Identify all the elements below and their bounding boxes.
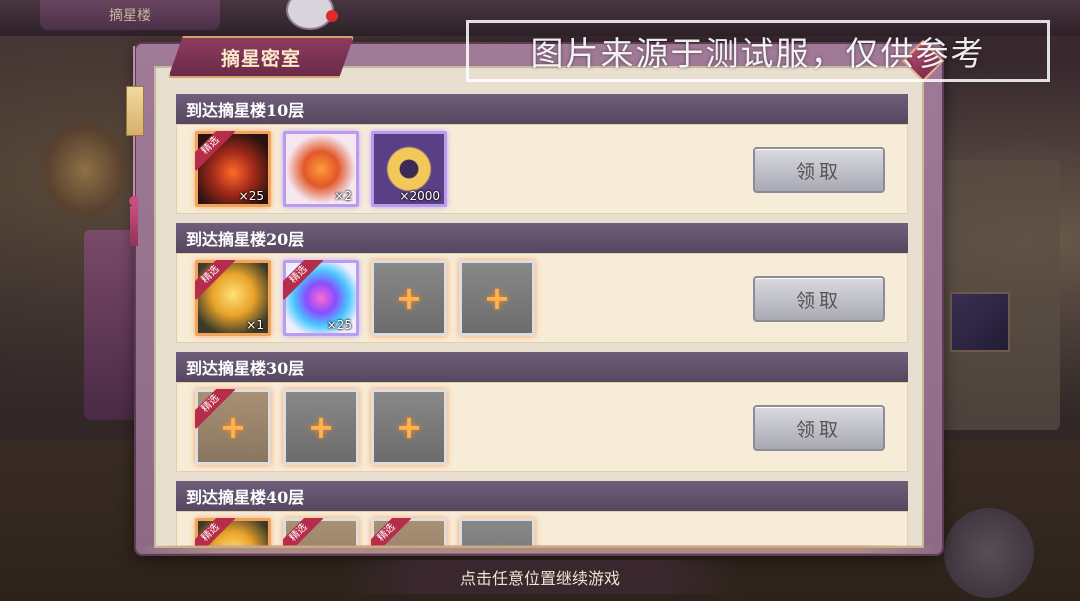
claim-button[interactable]: 领取 — [753, 405, 885, 451]
dialog-footer-trim — [136, 545, 942, 553]
reward-row-header: 到达摘星楼10层 — [176, 94, 908, 124]
featured-ribbon: 精选 — [371, 518, 411, 546]
featured-ribbon: 精选 — [283, 260, 323, 300]
featured-ribbon-label: 精选 — [195, 518, 235, 546]
item-count: ×2 — [334, 189, 352, 203]
crystal-flame-icon[interactable]: ×25 精选 — [283, 260, 359, 336]
featured-ribbon-label: 精选 — [283, 260, 323, 300]
floor-banner — [84, 230, 142, 420]
crystal-scroll-icon[interactable]: ×2 — [283, 131, 359, 207]
empty-reward-slot[interactable]: +精选 — [195, 389, 271, 465]
featured-ribbon: 精选 — [283, 518, 323, 546]
pagoda-lantern-decor — [40, 120, 130, 220]
featured-ribbon: 精选 — [195, 518, 235, 546]
reward-row-body: 精选+精选+精选+ — [176, 511, 908, 546]
reward-row-header: 到达摘星楼30层 — [176, 352, 908, 382]
empty-reward-slot[interactable]: + — [459, 260, 535, 336]
featured-ribbon: 精选 — [195, 389, 235, 429]
continue-hint[interactable]: 点击任意位置继续游戏 — [340, 560, 740, 594]
fire-scroll-icon[interactable]: ×25 精选 — [195, 131, 271, 207]
featured-ribbon-label: 精选 — [195, 389, 235, 429]
item-count: ×2000 — [399, 189, 440, 203]
empty-reward-slot[interactable]: + — [371, 389, 447, 465]
item-count: ×1 — [246, 318, 264, 332]
reward-row: 到达摘星楼30层 + 精选 + + 领取 — [176, 352, 908, 474]
plus-icon: + — [395, 279, 423, 317]
notification-dot — [326, 10, 338, 22]
featured-ribbon: 精选 — [195, 260, 235, 300]
reward-row-header: 到达摘星楼20层 — [176, 223, 908, 253]
empty-reward-slot[interactable]: +精选 — [283, 518, 359, 546]
reward-row-header: 到达摘星楼40层 — [176, 481, 908, 511]
empty-reward-slot[interactable]: + — [371, 260, 447, 336]
reward-row: 到达摘星楼10层 ×25 精选 ×2 ×2000 领取 — [176, 94, 908, 216]
reward-row: 到达摘星楼20层 ×1 精选 ×25 精选 + + 领取 — [176, 223, 908, 345]
gold-ring-icon[interactable]: ×2000 — [371, 131, 447, 207]
reward-row-body: + 精选 + + 领取 — [176, 382, 908, 472]
claim-button[interactable]: 领取 — [753, 276, 885, 322]
featured-ribbon-label: 精选 — [195, 260, 235, 300]
empty-reward-slot[interactable]: + — [283, 389, 359, 465]
golden-lotus-icon[interactable]: 精选 — [195, 518, 271, 546]
golden-lotus-icon[interactable]: ×1 精选 — [195, 260, 271, 336]
reward-row-body: ×25 精选 ×2 ×2000 领取 — [176, 124, 908, 214]
top-tab[interactable]: 摘星楼 — [40, 0, 220, 30]
plus-icon: + — [462, 521, 532, 546]
watermark: 图片来源于测试服，仅供参考 — [466, 20, 1050, 82]
featured-ribbon-label: 精选 — [195, 131, 235, 171]
reward-list-panel[interactable]: 到达摘星楼10层 ×25 精选 ×2 ×2000 领取 到达摘星楼20层 ×1 精选 ×25 精选 +… — [154, 66, 924, 548]
item-count: ×25 — [238, 189, 264, 203]
dialog-title: 摘星密室 — [168, 36, 354, 78]
reward-row: 到达摘星楼40层精选+精选+精选+ — [176, 481, 908, 546]
empty-reward-slot[interactable]: +精选 — [371, 518, 447, 546]
featured-ribbon-label: 精选 — [371, 518, 411, 546]
featured-ribbon-label: 精选 — [283, 518, 323, 546]
item-count: ×25 — [326, 318, 352, 332]
plus-icon: + — [307, 408, 335, 446]
side-item-icon — [950, 292, 1010, 352]
empty-reward-slot[interactable]: + — [459, 518, 535, 546]
reward-dialog: 到达摘星楼10层 ×25 精选 ×2 ×2000 领取 到达摘星楼20层 ×1 精选 ×25 精选 +… — [136, 44, 942, 554]
orb-button[interactable] — [944, 508, 1034, 598]
claim-button[interactable]: 领取 — [753, 147, 885, 193]
reward-row-body: ×1 精选 ×25 精选 + + 领取 — [176, 253, 908, 343]
hanging-pendant-decor — [126, 46, 144, 246]
plus-icon: + — [483, 279, 511, 317]
plus-icon: + — [395, 408, 423, 446]
featured-ribbon: 精选 — [195, 131, 235, 171]
